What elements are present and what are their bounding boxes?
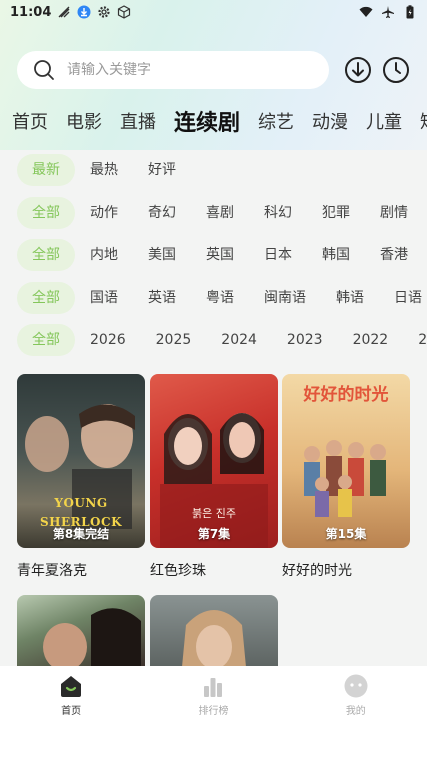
tab-series[interactable]: 连续剧 bbox=[174, 105, 240, 137]
show-poster: 붉은 진주 第7集 bbox=[150, 374, 278, 548]
show-title: 青年夏洛克 bbox=[17, 563, 87, 579]
status-bar: 11:04 bbox=[0, 0, 427, 24]
genre-filter-row: 全部 动作 奇幻 喜剧 科幻 犯罪 剧情 bbox=[0, 196, 427, 230]
episode-badge: 第15集 bbox=[325, 527, 367, 541]
search-input[interactable] bbox=[67, 62, 307, 78]
clock-icon bbox=[383, 57, 409, 83]
download-icon bbox=[345, 57, 371, 83]
battery-icon bbox=[406, 5, 414, 19]
show-poster: YOUNG SHERLOCK 第8集完结 bbox=[17, 374, 145, 548]
home-icon bbox=[61, 676, 82, 697]
filter-chip[interactable]: 闽南语 bbox=[249, 282, 321, 314]
language-filter-row: 全部 国语 英语 粤语 闽南语 韩语 日语 bbox=[0, 281, 427, 315]
nav-profile[interactable]: 我的 bbox=[311, 674, 401, 759]
nav-ranking-label: 排行榜 bbox=[198, 706, 229, 717]
search-row bbox=[17, 51, 417, 89]
poster-title-text: 붉은 진주 bbox=[192, 507, 236, 520]
filter-chip[interactable]: 20 bbox=[403, 324, 427, 356]
search-box[interactable] bbox=[17, 51, 329, 89]
show-poster bbox=[17, 595, 145, 667]
show-card[interactable]: 붉은 진주 第7集 红色珍珠 bbox=[150, 374, 278, 580]
category-tabs: 首页 电影 直播 连续剧 综艺 动漫 儿童 短 bbox=[0, 100, 427, 142]
tab-live[interactable]: 直播 bbox=[120, 108, 156, 134]
filter-chip[interactable]: 全部 bbox=[17, 239, 75, 271]
nav-profile-label: 我的 bbox=[345, 706, 366, 717]
nav-home[interactable]: 首页 bbox=[26, 674, 116, 759]
tab-home[interactable]: 首页 bbox=[12, 108, 48, 134]
wifi-icon bbox=[359, 6, 373, 17]
show-card[interactable]: YOUNG SHERLOCK 第8集完结 青年夏洛克 bbox=[17, 374, 145, 580]
filter-chip[interactable]: 犯罪 bbox=[307, 197, 365, 229]
poster-artwork bbox=[43, 608, 141, 667]
show-title: 好好的时光 bbox=[282, 563, 352, 579]
filter-chip[interactable]: 最新 bbox=[17, 154, 75, 186]
sort-filter-row: 最新 最热 好评 bbox=[0, 153, 427, 187]
poster-artwork bbox=[182, 610, 246, 667]
filter-chip[interactable]: 韩语 bbox=[321, 282, 379, 314]
show-card[interactable] bbox=[150, 595, 278, 667]
filter-chip[interactable]: 粤语 bbox=[191, 282, 249, 314]
tab-anime[interactable]: 动漫 bbox=[312, 108, 348, 134]
nav-ranking[interactable]: 排行榜 bbox=[168, 674, 258, 759]
tab-movies[interactable]: 电影 bbox=[66, 108, 102, 134]
no-sim-icon bbox=[58, 6, 70, 18]
region-filter-row: 全部 内地 美国 英国 日本 韩国 香港 bbox=[0, 238, 427, 272]
filter-chip[interactable]: 2024 bbox=[206, 324, 272, 356]
filter-chip[interactable]: 2025 bbox=[141, 324, 207, 356]
settings-gear-icon bbox=[98, 6, 110, 18]
filter-chip[interactable]: 2023 bbox=[272, 324, 338, 356]
filter-chip[interactable]: 韩国 bbox=[307, 239, 365, 271]
filter-chip[interactable]: 动作 bbox=[75, 197, 133, 229]
filter-chip[interactable]: 喜剧 bbox=[191, 197, 249, 229]
filter-chip[interactable]: 英国 bbox=[191, 239, 249, 271]
filter-chip[interactable]: 奇幻 bbox=[133, 197, 191, 229]
show-poster bbox=[150, 595, 278, 667]
tab-kids[interactable]: 儿童 bbox=[366, 108, 402, 134]
filter-chip[interactable]: 英语 bbox=[133, 282, 191, 314]
bottom-navigation: 首页 排行榜 我的 bbox=[0, 666, 427, 759]
filter-chip[interactable]: 最热 bbox=[75, 154, 133, 186]
filter-chip[interactable]: 国语 bbox=[75, 282, 133, 314]
year-filter-row: 全部 2026 2025 2024 2023 2022 20 bbox=[0, 323, 427, 357]
filter-chip[interactable]: 2026 bbox=[75, 324, 141, 356]
profile-icon bbox=[344, 674, 368, 698]
filter-chip[interactable]: 美国 bbox=[133, 239, 191, 271]
show-card[interactable]: 好好的时光 第15集 好好的时光 bbox=[282, 374, 410, 580]
cube-icon bbox=[118, 5, 131, 19]
filter-chip[interactable]: 好评 bbox=[133, 154, 191, 186]
filter-chip[interactable]: 2022 bbox=[338, 324, 404, 356]
filter-chip[interactable]: 日语 bbox=[379, 282, 427, 314]
poster-title-text: 好好的时光 bbox=[303, 385, 389, 405]
filter-chip[interactable]: 全部 bbox=[17, 197, 75, 229]
filter-chip[interactable]: 日本 bbox=[249, 239, 307, 271]
history-button[interactable] bbox=[382, 56, 410, 84]
show-card[interactable] bbox=[17, 595, 145, 667]
tab-short[interactable]: 短 bbox=[420, 108, 427, 134]
download-notification-icon bbox=[77, 5, 91, 19]
filter-chip[interactable]: 剧情 bbox=[365, 197, 423, 229]
ranking-icon bbox=[204, 678, 223, 697]
status-time: 11:04 bbox=[10, 4, 52, 20]
episode-badge: 第7集 bbox=[197, 527, 231, 541]
filter-chip[interactable]: 全部 bbox=[17, 324, 75, 356]
download-button[interactable] bbox=[344, 56, 372, 84]
search-icon bbox=[34, 60, 54, 80]
airplane-icon bbox=[382, 6, 394, 18]
show-poster: 好好的时光 第15集 bbox=[282, 374, 410, 548]
episode-badge: 第8集完结 bbox=[52, 527, 110, 541]
poster-artwork bbox=[160, 413, 268, 548]
filter-chip[interactable]: 科幻 bbox=[249, 197, 307, 229]
nav-home-label: 首页 bbox=[61, 706, 82, 717]
filter-chip[interactable]: 全部 bbox=[17, 282, 75, 314]
filter-chip[interactable]: 香港 bbox=[365, 239, 423, 271]
filter-chip[interactable]: 内地 bbox=[75, 239, 133, 271]
tab-variety[interactable]: 综艺 bbox=[258, 108, 294, 134]
show-title: 红色珍珠 bbox=[150, 563, 206, 579]
